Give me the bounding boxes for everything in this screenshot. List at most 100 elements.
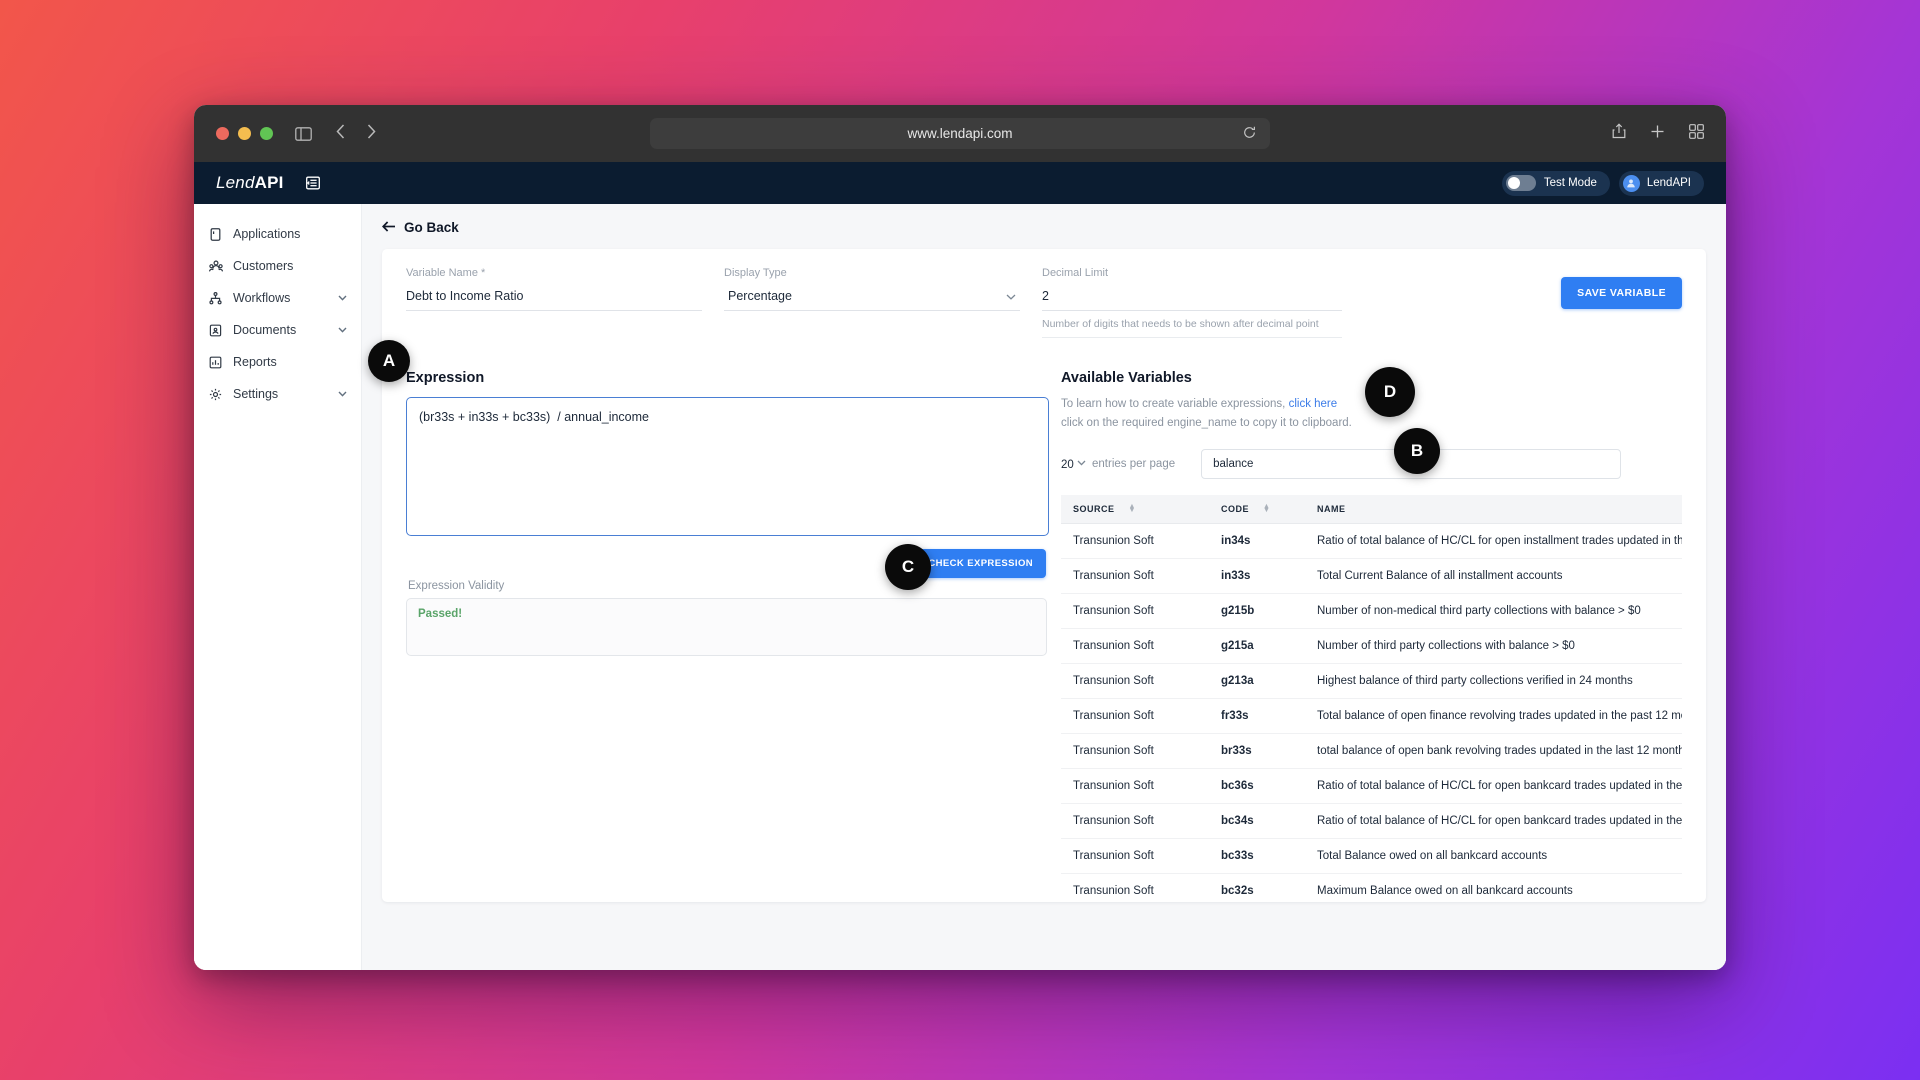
variable-name-label: Variable Name *	[406, 267, 486, 279]
variable-form: Variable Name * Display Type Percentage	[406, 267, 1682, 338]
table-row[interactable]: Transunion Soft g215a Number of third part…	[1061, 628, 1682, 664]
logo-text-bold: API	[254, 173, 284, 192]
table-row[interactable]: Transunion Soft fr33s Total balance of ope…	[1061, 698, 1682, 734]
sidebar-item-settings[interactable]: Settings	[194, 378, 361, 410]
sidebar-toggle-icon[interactable]	[295, 126, 312, 141]
column-header-source[interactable]: SOURCE ▲ ▼	[1061, 494, 1209, 524]
cell-code[interactable]: bc34s	[1209, 803, 1305, 839]
arrow-left-icon	[382, 220, 396, 235]
sort-icon[interactable]: ▲ ▼	[1129, 503, 1136, 514]
subtitle-prefix: To learn how to create variable expressi…	[1061, 398, 1289, 410]
display-type-label: Display Type	[724, 267, 787, 279]
cell-name: Maximum Balance owed on all bankcard acc…	[1305, 873, 1682, 902]
cell-code[interactable]: br33s	[1209, 733, 1305, 769]
cell-code[interactable]: in34s	[1209, 523, 1305, 559]
cell-source: Transunion Soft	[1061, 768, 1209, 804]
table-row[interactable]: Transunion Soft br33s total balance of ope…	[1061, 733, 1682, 769]
cell-code[interactable]: bc32s	[1209, 873, 1305, 902]
cell-code[interactable]: fr33s	[1209, 698, 1305, 734]
sidebar-item-workflows[interactable]: Workflows	[194, 282, 361, 314]
collapse-sidebar-icon[interactable]	[305, 176, 320, 190]
cell-code[interactable]: g215b	[1209, 593, 1305, 629]
sort-icon[interactable]: ▲ ▼	[1263, 503, 1270, 514]
app-logo[interactable]: LendAPI	[216, 173, 284, 193]
plus-icon[interactable]	[1650, 124, 1665, 144]
browser-navigation	[336, 123, 376, 144]
annotation-marker-b: B	[1394, 428, 1440, 474]
table-row[interactable]: Transunion Soft bc33s Total Balance owed o…	[1061, 838, 1682, 874]
maximize-window-button[interactable]	[260, 127, 273, 140]
go-back-button[interactable]: Go Back	[382, 220, 1726, 235]
table-row[interactable]: Transunion Soft in33s Total Current Balanc…	[1061, 558, 1682, 594]
cell-code[interactable]: g215a	[1209, 628, 1305, 664]
table-row[interactable]: Transunion Soft bc32s Maximum Balance owed…	[1061, 873, 1682, 902]
test-mode-switch[interactable]	[1505, 175, 1536, 191]
expression-panel: Expression (br33s + in33s + bc33s) / ann…	[406, 370, 1051, 902]
expression-textarea[interactable]: (br33s + in33s + bc33s) / annual_income	[406, 397, 1049, 536]
entries-per-page-select[interactable]: 20	[1061, 458, 1086, 471]
cell-source: Transunion Soft	[1061, 663, 1209, 699]
test-mode-toggle[interactable]: Test Mode	[1501, 170, 1610, 196]
available-variables-table: SOURCE ▲ ▼ CODE ▲ ▼ NAME Transunion Soft…	[1061, 494, 1682, 902]
available-variables-panel: Available Variables To learn how to crea…	[1051, 370, 1682, 902]
display-type-select[interactable]: Percentage	[724, 286, 1020, 311]
editor-columns: Expression (br33s + in33s + bc33s) / ann…	[406, 370, 1682, 902]
variable-name-input[interactable]	[406, 286, 702, 311]
sidebar-item-documents[interactable]: Documents	[194, 314, 361, 346]
column-header-label: SOURCE	[1073, 503, 1115, 514]
sidebar-item-label: Applications	[233, 227, 301, 241]
table-row[interactable]: Transunion Soft bc34s Ratio of total balan…	[1061, 803, 1682, 839]
app-topbar: LendAPI Test Mode LendAPI	[194, 162, 1726, 204]
expression-validity-label: Expression Validity	[408, 580, 505, 592]
table-body: Transunion Soft in34s Ratio of total balan…	[1061, 523, 1682, 902]
sidebar-item-applications[interactable]: Applications	[194, 218, 361, 250]
sidebar-item-reports[interactable]: Reports	[194, 346, 361, 378]
chevron-down-icon[interactable]	[338, 389, 347, 400]
cell-code[interactable]: g213a	[1209, 663, 1305, 699]
cell-source: Transunion Soft	[1061, 838, 1209, 874]
sidebar-item-label: Workflows	[233, 291, 291, 305]
chevron-right-icon[interactable]	[367, 123, 376, 144]
cell-code[interactable]: bc33s	[1209, 838, 1305, 874]
window-controls	[216, 127, 273, 140]
account-label: LendAPI	[1646, 177, 1691, 189]
table-row[interactable]: Transunion Soft g215b Number of non-medica…	[1061, 593, 1682, 629]
cell-code[interactable]: bc36s	[1209, 768, 1305, 804]
share-icon[interactable]	[1612, 123, 1626, 144]
save-variable-button[interactable]: SAVE VARIABLE	[1561, 277, 1682, 309]
main-content: Go Back Variable Name * Display Type Per…	[362, 204, 1726, 970]
address-bar[interactable]: www.lendapi.com	[650, 118, 1270, 149]
display-type-group: Display Type Percentage	[724, 267, 1020, 311]
chevron-left-icon[interactable]	[336, 123, 345, 144]
close-window-button[interactable]	[216, 127, 229, 140]
check-expression-row: CHECK EXPRESSION	[406, 549, 1051, 578]
cell-source: Transunion Soft	[1061, 558, 1209, 594]
column-header-name[interactable]: NAME	[1305, 494, 1682, 524]
column-header-code[interactable]: CODE ▲ ▼	[1209, 494, 1305, 524]
customers-icon	[208, 260, 223, 273]
reload-icon[interactable]	[1243, 126, 1256, 142]
cell-name: Total balance of open finance revolving …	[1305, 698, 1682, 734]
minimize-window-button[interactable]	[238, 127, 251, 140]
applications-icon	[208, 227, 223, 241]
sidebar-item-customers[interactable]: Customers	[194, 250, 361, 282]
table-row[interactable]: Transunion Soft g213a Highest balance of t…	[1061, 663, 1682, 699]
variable-editor-card: Variable Name * Display Type Percentage	[382, 249, 1706, 902]
chevron-down-icon[interactable]	[338, 325, 347, 336]
decimal-limit-input[interactable]	[1042, 286, 1342, 311]
go-back-label: Go Back	[404, 220, 459, 235]
cell-source: Transunion Soft	[1061, 803, 1209, 839]
sidebar-nav: Applications Customers Workflows Documen…	[194, 204, 362, 970]
chevron-down-icon[interactable]	[338, 293, 347, 304]
annotation-marker-a: A	[368, 340, 410, 382]
cell-code[interactable]: in33s	[1209, 558, 1305, 594]
account-menu[interactable]: LendAPI	[1618, 170, 1704, 196]
tab-overview-icon[interactable]	[1689, 123, 1704, 144]
table-row[interactable]: Transunion Soft in34s Ratio of total balan…	[1061, 523, 1682, 559]
check-expression-button[interactable]: CHECK EXPRESSION	[915, 549, 1046, 578]
annotation-marker-d: D	[1365, 367, 1415, 417]
click-here-link[interactable]: click here	[1289, 398, 1338, 410]
cell-source: Transunion Soft	[1061, 698, 1209, 734]
reports-icon	[208, 356, 223, 369]
table-row[interactable]: Transunion Soft bc36s Ratio of total balan…	[1061, 768, 1682, 804]
